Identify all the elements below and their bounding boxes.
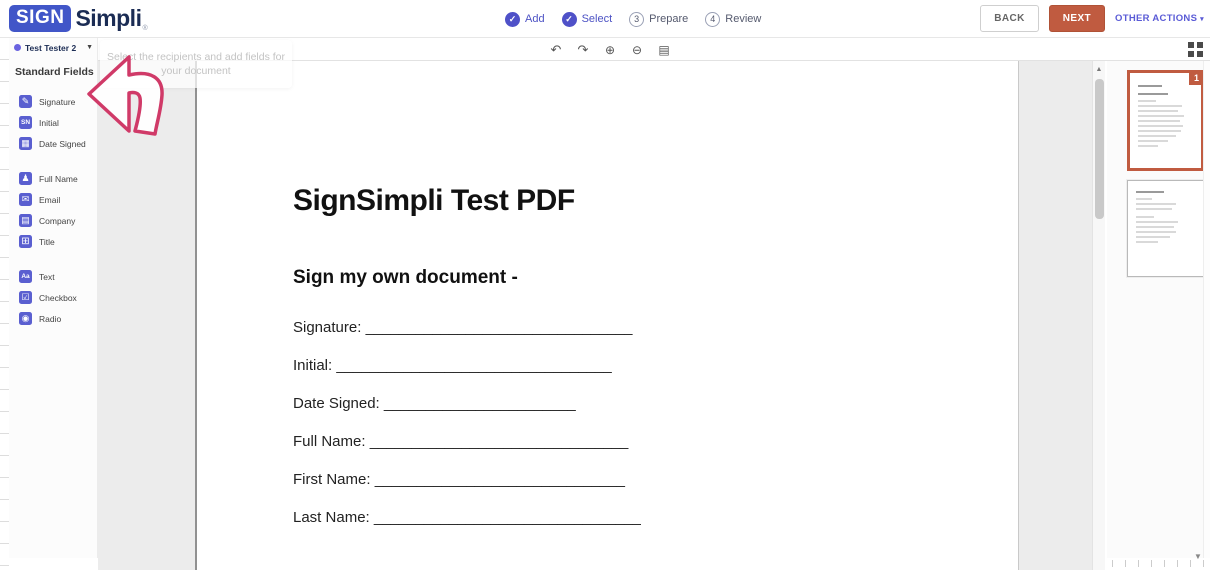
step-select[interactable]: Select <box>562 12 613 27</box>
signsimpli-logo[interactable]: SIGN Simpli ® <box>9 5 148 32</box>
zoom-in-icon[interactable]: ⊕ <box>602 44 618 56</box>
logo-simpli-text: Simpli <box>75 5 141 32</box>
step-number-circle: 3 <box>629 12 644 27</box>
back-button[interactable]: BACK <box>980 5 1039 32</box>
calendar-icon <box>19 137 32 150</box>
thumbnails-scrollbar[interactable] <box>1203 61 1210 558</box>
field-item-initial[interactable]: SN Initial <box>9 112 97 133</box>
field-item-radio[interactable]: Radio <box>9 308 97 329</box>
header-bar: SIGN Simpli ® Add Select 3 Prepare 4 Rev… <box>0 0 1210 38</box>
recipient-name: Test Tester 2 <box>25 43 86 53</box>
header-actions: BACK NEXT OTHER ACTIONS ▾ <box>980 5 1204 32</box>
signature-icon <box>19 95 32 108</box>
initials-icon: SN <box>19 116 32 129</box>
pdf-page[interactable]: SignSimpli Test PDF Sign my own document… <box>195 61 1019 570</box>
chevron-down-icon: ▾ <box>1200 16 1204 23</box>
background-page-lines <box>0 38 9 570</box>
step-label: Add <box>525 13 545 25</box>
scroll-up-icon[interactable]: ▲ <box>1093 61 1105 73</box>
field-item-text[interactable]: Aa Text <box>9 266 97 287</box>
recipient-selector[interactable]: Test Tester 2 ▼ <box>9 38 97 57</box>
chevron-down-icon: ▼ <box>86 44 93 51</box>
check-circle-icon <box>505 12 520 27</box>
field-item-signature[interactable]: Signature <box>9 91 97 112</box>
page-thumbnail-1[interactable]: 1 <box>1127 70 1204 171</box>
person-icon <box>19 172 32 185</box>
document-canvas: SignSimpli Test PDF Sign my own document… <box>98 38 1105 570</box>
doc-field-full-name: Full Name: _____________________________… <box>293 433 641 471</box>
step-label: Prepare <box>649 13 688 25</box>
document-subtitle: Sign my own document - <box>293 267 518 289</box>
input-field-group: Aa Text Checkbox Radio <box>9 260 97 337</box>
check-circle-icon <box>562 12 577 27</box>
field-item-full-name[interactable]: Full Name <box>9 168 97 189</box>
step-label: Select <box>582 13 613 25</box>
step-review[interactable]: 4 Review <box>705 12 761 27</box>
identity-field-group: Full Name Email Company Title <box>9 162 97 260</box>
doc-field-date-signed: Date Signed: _______________________ <box>293 395 641 433</box>
page-thumbnails-panel: 1 <box>1107 61 1210 558</box>
grid-view-icon[interactable] <box>1188 42 1203 57</box>
undo-icon[interactable]: ↶ <box>548 43 564 56</box>
field-item-email[interactable]: Email <box>9 189 97 210</box>
step-prepare[interactable]: 3 Prepare <box>629 12 688 27</box>
standard-fields-title: Standard Fields <box>9 57 97 85</box>
doc-field-first-name: First Name: ____________________________… <box>293 471 641 509</box>
next-button[interactable]: NEXT <box>1049 5 1105 32</box>
other-actions-menu[interactable]: OTHER ACTIONS ▾ <box>1115 13 1204 24</box>
field-item-checkbox[interactable]: Checkbox <box>9 287 97 308</box>
checkbox-icon <box>19 291 32 304</box>
step-add[interactable]: Add <box>505 12 545 27</box>
step-label: Review <box>725 13 761 25</box>
viewer-scrollbar-thumb[interactable] <box>1095 79 1104 219</box>
progress-steps: Add Select 3 Prepare 4 Review <box>505 0 761 38</box>
fields-sidebar: Test Tester 2 ▼ Standard Fields Signatur… <box>9 38 98 558</box>
doc-field-last-name: Last Name: _____________________________… <box>293 509 641 547</box>
page-thumbnail-2[interactable] <box>1127 180 1204 277</box>
building-icon <box>19 214 32 227</box>
signsimpli-app: SIGN Simpli ® Add Select 3 Prepare 4 Rev… <box>0 0 1210 570</box>
field-item-date-signed[interactable]: Date Signed <box>9 133 97 154</box>
viewer-scrollbar[interactable]: ▲ <box>1092 61 1105 570</box>
other-actions-label: OTHER ACTIONS <box>1115 13 1197 24</box>
scroll-down-icon[interactable]: ▼ <box>1194 552 1202 561</box>
redo-icon[interactable]: ↷ <box>575 43 591 56</box>
step-number-circle: 4 <box>705 12 720 27</box>
signature-field-group: Signature SN Initial Date Signed <box>9 85 97 162</box>
zoom-out-icon[interactable]: ⊖ <box>629 44 645 56</box>
field-item-title[interactable]: Title <box>9 231 97 252</box>
envelope-icon <box>19 193 32 206</box>
recipient-color-dot <box>14 44 21 51</box>
viewer-toolbar: ↶ ↷ ⊕ ⊖ ▤ <box>98 38 1210 61</box>
field-item-company[interactable]: Company <box>9 210 97 231</box>
radio-icon <box>19 312 32 325</box>
document-title: SignSimpli Test PDF <box>293 184 575 218</box>
document-fields: Signature: _____________________________… <box>293 319 641 547</box>
pages-icon[interactable]: ▤ <box>656 44 672 56</box>
registered-mark: ® <box>142 25 147 32</box>
logo-sign-badge: SIGN <box>9 5 71 32</box>
doc-field-initial: Initial: _______________________________… <box>293 357 641 395</box>
briefcase-icon <box>19 235 32 248</box>
page-number-badge: 1 <box>1189 70 1204 85</box>
doc-field-signature: Signature: _____________________________… <box>293 319 641 357</box>
text-icon: Aa <box>19 270 32 283</box>
